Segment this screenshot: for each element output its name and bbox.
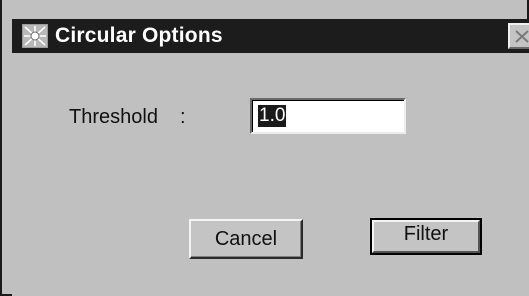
threshold-label: Threshold xyxy=(69,106,158,128)
dialog-body: Threshold : 1.0 Cancel Filter xyxy=(12,53,529,296)
dialog-window: Circular Options Threshold : 1.0 Cancel … xyxy=(0,0,529,296)
threshold-value: 1.0 xyxy=(258,105,287,127)
close-icon xyxy=(510,30,529,47)
threshold-separator: : xyxy=(180,106,186,128)
filter-button[interactable]: Filter xyxy=(370,218,482,255)
threshold-input[interactable]: 1.0 xyxy=(250,98,406,134)
close-button[interactable] xyxy=(508,23,529,49)
title-bar[interactable]: Circular Options xyxy=(12,19,529,53)
app-icon xyxy=(22,24,48,48)
filter-button-label: Filter xyxy=(403,223,449,245)
dialog-title: Circular Options xyxy=(55,24,223,47)
cancel-button[interactable]: Cancel xyxy=(189,219,303,259)
